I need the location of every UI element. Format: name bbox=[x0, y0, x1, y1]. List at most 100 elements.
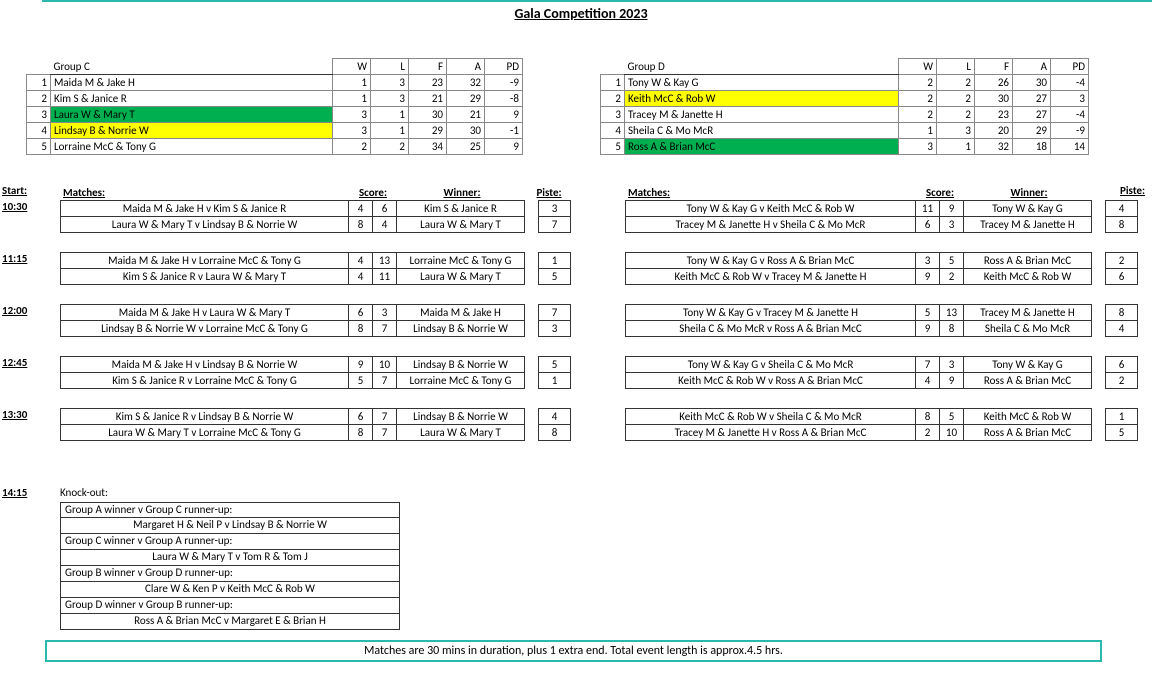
score-1[interactable]: 4 bbox=[916, 373, 940, 389]
match-desc[interactable]: Keith McC & Rob W v Ross A & Brian McC bbox=[626, 373, 916, 389]
score-1[interactable]: 6 bbox=[349, 305, 373, 321]
winner[interactable]: Ross A & Brian McC bbox=[964, 253, 1092, 269]
winner[interactable]: Tony W & Kay G bbox=[964, 201, 1092, 217]
stat-l[interactable]: 1 bbox=[937, 139, 975, 155]
match-desc[interactable]: Tony W & Kay G v Tracey M & Janette H bbox=[626, 305, 916, 321]
winner[interactable]: Laura W & Mary T bbox=[397, 217, 525, 233]
stat-l[interactable]: 3 bbox=[371, 75, 409, 91]
score-1[interactable]: 8 bbox=[349, 217, 373, 233]
piste[interactable]: 6 bbox=[1106, 269, 1138, 285]
match-desc[interactable]: Tony W & Kay G v Sheila C & Mo McR bbox=[626, 357, 916, 373]
winner[interactable]: Laura W & Mary T bbox=[397, 269, 525, 285]
stat-w[interactable]: 2 bbox=[899, 75, 937, 91]
winner[interactable]: Lindsay B & Norrie W bbox=[397, 321, 525, 337]
piste[interactable]: 1 bbox=[1106, 409, 1138, 425]
score-2[interactable]: 5 bbox=[940, 409, 964, 425]
ko-line[interactable]: Group B winner v Group D runner-up: bbox=[60, 566, 400, 582]
stat-l[interactable]: 3 bbox=[371, 91, 409, 107]
score-2[interactable]: 10 bbox=[940, 425, 964, 441]
piste[interactable]: 8 bbox=[539, 425, 571, 441]
score-2[interactable]: 4 bbox=[373, 217, 397, 233]
match-desc[interactable]: Maida M & Jake H v Laura W & Mary T bbox=[61, 305, 349, 321]
stat-a[interactable]: 25 bbox=[447, 139, 485, 155]
match-desc[interactable]: Laura W & Mary T v Lorraine McC & Tony G bbox=[61, 425, 349, 441]
team-name[interactable]: Ross A & Brian McC bbox=[625, 139, 899, 155]
ko-line[interactable]: Group A winner v Group C runner-up: bbox=[60, 502, 400, 518]
stat-pd[interactable]: -9 bbox=[485, 75, 523, 91]
score-2[interactable]: 9 bbox=[940, 201, 964, 217]
winner[interactable]: Ross A & Brian McC bbox=[964, 373, 1092, 389]
ko-line[interactable]: Ross A & Brian McC v Margaret E & Brian … bbox=[60, 614, 400, 630]
stat-l[interactable]: 2 bbox=[371, 139, 409, 155]
winner[interactable]: Lorraine McC & Tony G bbox=[397, 253, 525, 269]
winner[interactable]: Maida M & Jake H bbox=[397, 305, 525, 321]
stat-f[interactable]: 32 bbox=[975, 139, 1013, 155]
match-desc[interactable]: Tracey M & Janette H v Sheila C & Mo McR bbox=[626, 217, 916, 233]
team-name[interactable]: Keith McC & Rob W bbox=[625, 91, 899, 107]
match-desc[interactable]: Maida M & Jake H v Kim S & Janice R bbox=[61, 201, 349, 217]
stat-a[interactable]: 27 bbox=[1013, 107, 1051, 123]
match-desc[interactable]: Kim S & Janice R v Lorraine McC & Tony G bbox=[61, 373, 349, 389]
piste[interactable]: 8 bbox=[1106, 305, 1138, 321]
score-1[interactable]: 8 bbox=[349, 425, 373, 441]
winner[interactable]: Ross A & Brian McC bbox=[964, 425, 1092, 441]
winner[interactable]: Kim S & Janice R bbox=[397, 201, 525, 217]
score-1[interactable]: 6 bbox=[916, 217, 940, 233]
team-name[interactable]: Kim S & Janice R bbox=[51, 91, 333, 107]
stat-w[interactable]: 3 bbox=[333, 107, 371, 123]
score-2[interactable]: 9 bbox=[940, 373, 964, 389]
stat-pd[interactable]: 9 bbox=[485, 139, 523, 155]
stat-w[interactable]: 2 bbox=[333, 139, 371, 155]
team-name[interactable]: Lindsay B & Norrie W bbox=[51, 123, 333, 139]
match-desc[interactable]: Kim S & Janice R v Laura W & Mary T bbox=[61, 269, 349, 285]
ko-line[interactable]: Group D winner v Group B runner-up: bbox=[60, 598, 400, 614]
score-2[interactable]: 8 bbox=[940, 321, 964, 337]
stat-w[interactable]: 1 bbox=[333, 75, 371, 91]
piste[interactable]: 1 bbox=[539, 253, 571, 269]
stat-f[interactable]: 23 bbox=[409, 75, 447, 91]
score-2[interactable]: 13 bbox=[373, 253, 397, 269]
score-2[interactable]: 7 bbox=[373, 409, 397, 425]
score-2[interactable]: 2 bbox=[940, 269, 964, 285]
stat-f[interactable]: 21 bbox=[409, 91, 447, 107]
match-desc[interactable]: Laura W & Mary T v Lindsay B & Norrie W bbox=[61, 217, 349, 233]
stat-pd[interactable]: -4 bbox=[1051, 107, 1089, 123]
stat-f[interactable]: 30 bbox=[975, 91, 1013, 107]
stat-w[interactable]: 1 bbox=[333, 91, 371, 107]
score-1[interactable]: 5 bbox=[916, 305, 940, 321]
piste[interactable]: 5 bbox=[539, 269, 571, 285]
score-1[interactable]: 4 bbox=[349, 269, 373, 285]
stat-a[interactable]: 29 bbox=[1013, 123, 1051, 139]
winner[interactable]: Lindsay B & Norrie W bbox=[397, 357, 525, 373]
score-1[interactable]: 8 bbox=[349, 321, 373, 337]
winner[interactable]: Keith McC & Rob W bbox=[964, 269, 1092, 285]
stat-f[interactable]: 34 bbox=[409, 139, 447, 155]
stat-pd[interactable]: -8 bbox=[485, 91, 523, 107]
match-desc[interactable]: Tracey M & Janette H v Ross A & Brian Mc… bbox=[626, 425, 916, 441]
stat-pd[interactable]: -9 bbox=[1051, 123, 1089, 139]
stat-l[interactable]: 2 bbox=[937, 107, 975, 123]
piste[interactable]: 4 bbox=[1106, 321, 1138, 337]
match-desc[interactable]: Tony W & Kay G v Ross A & Brian McC bbox=[626, 253, 916, 269]
match-desc[interactable]: Sheila C & Mo McR v Ross A & Brian McC bbox=[626, 321, 916, 337]
stat-pd[interactable]: 3 bbox=[1051, 91, 1089, 107]
stat-l[interactable]: 1 bbox=[371, 107, 409, 123]
piste[interactable]: 5 bbox=[1106, 425, 1138, 441]
score-1[interactable]: 3 bbox=[916, 253, 940, 269]
score-2[interactable]: 7 bbox=[373, 373, 397, 389]
stat-w[interactable]: 1 bbox=[899, 123, 937, 139]
score-1[interactable]: 9 bbox=[916, 321, 940, 337]
stat-w[interactable]: 2 bbox=[899, 91, 937, 107]
ko-line[interactable]: Laura W & Mary T v Tom R & Tom J bbox=[60, 550, 400, 566]
stat-f[interactable]: 20 bbox=[975, 123, 1013, 139]
score-2[interactable]: 6 bbox=[373, 201, 397, 217]
match-desc[interactable]: Keith McC & Rob W v Tracey M & Janette H bbox=[626, 269, 916, 285]
stat-f[interactable]: 29 bbox=[409, 123, 447, 139]
score-1[interactable]: 4 bbox=[349, 253, 373, 269]
piste[interactable]: 4 bbox=[1106, 201, 1138, 217]
team-name[interactable]: Sheila C & Mo McR bbox=[625, 123, 899, 139]
piste[interactable]: 7 bbox=[539, 305, 571, 321]
score-2[interactable]: 7 bbox=[373, 321, 397, 337]
stat-f[interactable]: 30 bbox=[409, 107, 447, 123]
piste[interactable]: 1 bbox=[539, 373, 571, 389]
